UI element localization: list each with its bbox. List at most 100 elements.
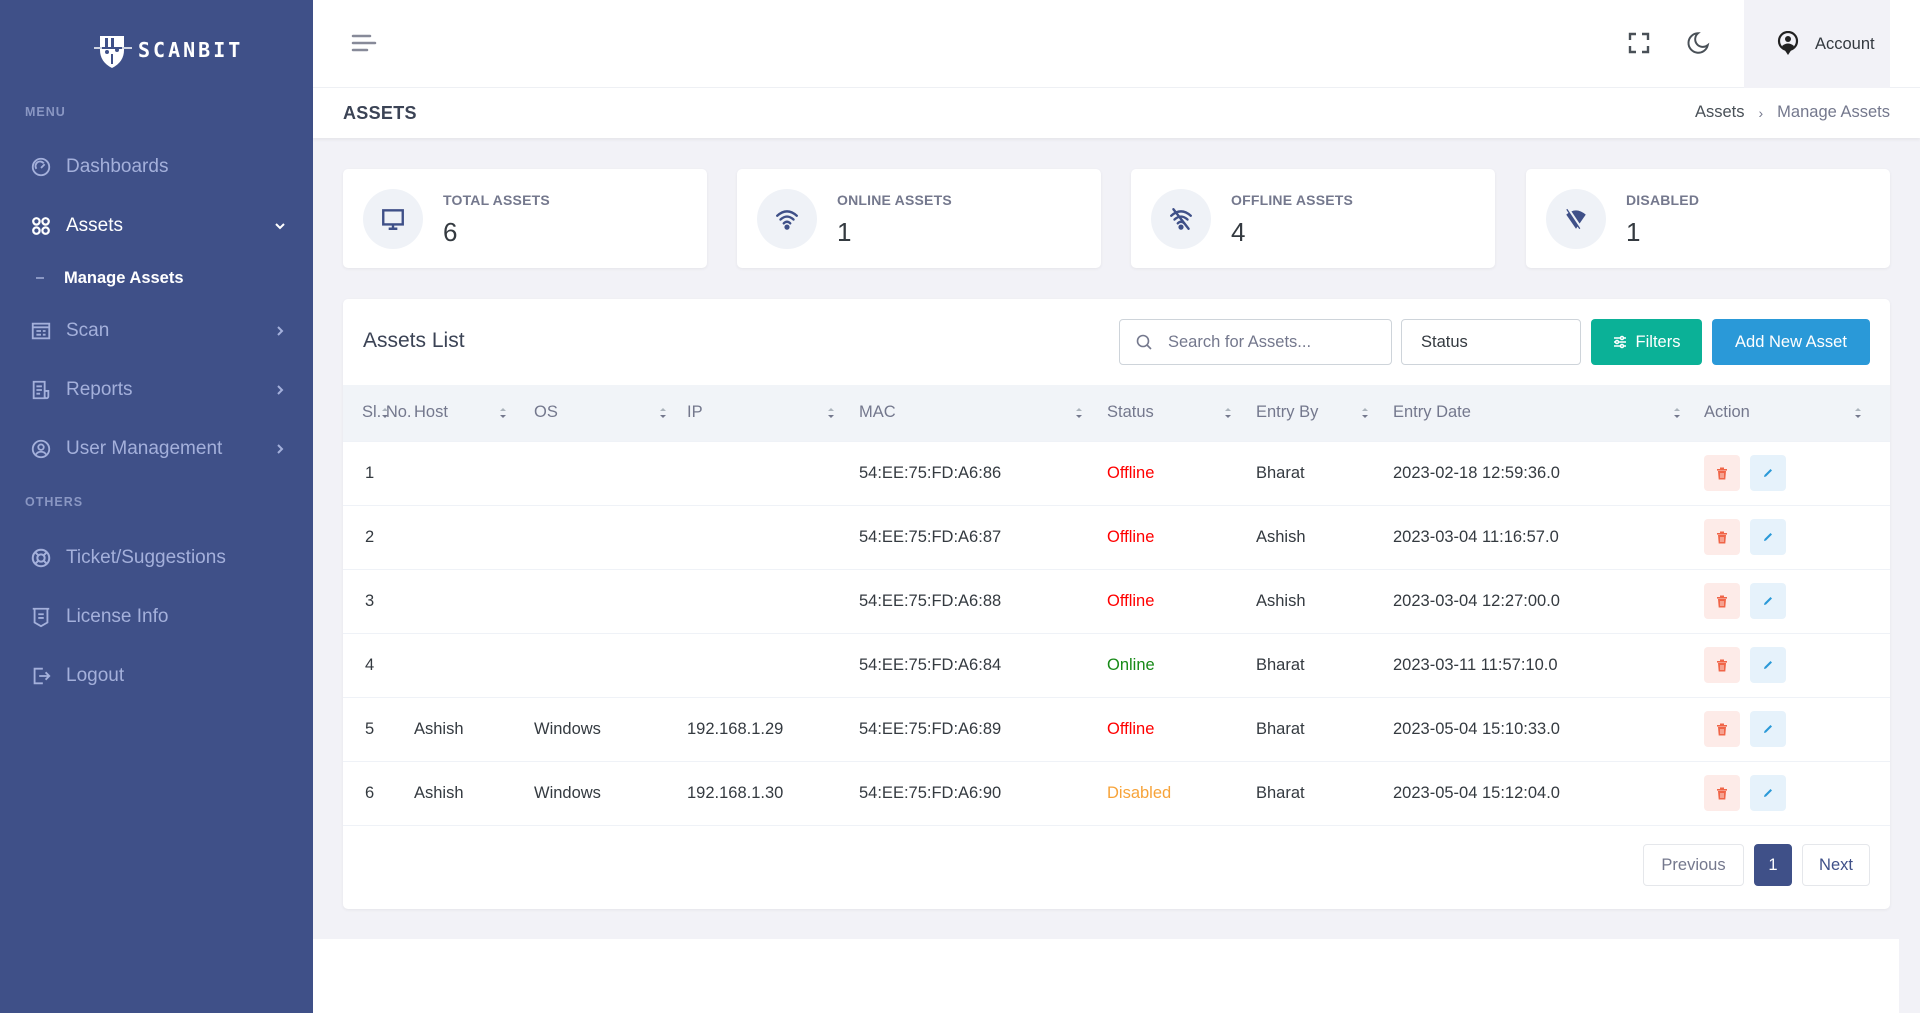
sliders-icon bbox=[1613, 335, 1626, 349]
brand-name: SCANBIT bbox=[138, 38, 244, 62]
ip-address-cell bbox=[687, 569, 859, 633]
host-cell: Ashish bbox=[414, 719, 464, 738]
search-box[interactable] bbox=[1119, 319, 1392, 365]
sidebar-item-assets[interactable]: Assets bbox=[30, 208, 292, 244]
delete-button[interactable] bbox=[1704, 455, 1740, 491]
sidebar-item-label: Assets bbox=[66, 215, 124, 236]
status-select[interactable]: Status bbox=[1401, 319, 1581, 365]
delete-button[interactable] bbox=[1704, 583, 1740, 619]
column-header-label: Action bbox=[1704, 403, 1750, 422]
breadcrumb-link-assets[interactable]: Assets bbox=[1695, 103, 1745, 122]
sidebar-subitem-manage-assets[interactable]: Manage Assets bbox=[36, 265, 184, 291]
host-cell: Ashish bbox=[414, 783, 464, 802]
chevron-right-icon bbox=[277, 385, 284, 395]
search-input[interactable] bbox=[1168, 332, 1368, 352]
serial-number-cell: 6 bbox=[365, 783, 375, 802]
column-header-label: Host bbox=[414, 403, 448, 422]
sidebar-item-license-info[interactable]: License Info bbox=[30, 599, 292, 635]
stat-value: 4 bbox=[1231, 217, 1246, 247]
edit-button[interactable] bbox=[1750, 775, 1786, 811]
trash-icon bbox=[1717, 467, 1727, 479]
top-header: Account bbox=[313, 0, 1920, 88]
entry-date-cell: 2023-03-04 11:16:57.0 bbox=[1393, 527, 1559, 546]
sidebar-item-label: Logout bbox=[66, 665, 125, 686]
column-header[interactable]: Action bbox=[1704, 385, 1890, 441]
delete-button[interactable] bbox=[1704, 711, 1740, 747]
entry-date-cell: 2023-05-04 15:12:04.0 bbox=[1393, 783, 1560, 802]
sort-icon[interactable] bbox=[659, 406, 667, 420]
sidebar-item-logout[interactable]: Logout bbox=[30, 658, 292, 694]
breadcrumb: Assets › Manage Assets bbox=[1695, 103, 1890, 122]
trash-icon bbox=[1717, 531, 1727, 543]
sort-icon[interactable] bbox=[1075, 406, 1083, 420]
edit-button[interactable] bbox=[1750, 519, 1786, 555]
assets-list-title: Assets List bbox=[363, 329, 465, 352]
entry-by-cell: Ashish bbox=[1256, 527, 1306, 546]
column-header[interactable]: Status bbox=[1107, 385, 1256, 441]
assets-table: Sl. No. Host OS IP MAC Status Entry By Entry Da… bbox=[343, 385, 1890, 826]
os-cell bbox=[534, 441, 687, 505]
sidebar-item-ticket-suggestions[interactable]: Ticket/Suggestions bbox=[30, 540, 292, 576]
status-cell: Disabled bbox=[1107, 783, 1172, 802]
ip-address-cell bbox=[687, 505, 859, 569]
sort-icon[interactable] bbox=[1224, 406, 1232, 420]
host-cell bbox=[414, 569, 534, 633]
brand-logo[interactable]: SCANBIT bbox=[92, 30, 243, 70]
menu-toggle-icon[interactable] bbox=[351, 32, 377, 54]
sort-icon[interactable] bbox=[1673, 406, 1681, 420]
fullscreen-button[interactable] bbox=[1624, 28, 1654, 58]
page-footer bbox=[313, 939, 1899, 1013]
column-header[interactable]: Host bbox=[414, 385, 534, 441]
shield-logo-icon bbox=[94, 36, 132, 68]
search-icon bbox=[1136, 334, 1152, 350]
sort-icon[interactable] bbox=[1361, 406, 1369, 420]
column-header[interactable]: Entry Date bbox=[1393, 385, 1704, 441]
apps-icon bbox=[30, 215, 52, 237]
sidebar-item-dashboards[interactable]: Dashboards bbox=[30, 149, 292, 185]
serial-number-cell: 3 bbox=[365, 591, 375, 610]
wifi-off-icon bbox=[1151, 189, 1211, 249]
column-header[interactable]: Sl. No. bbox=[343, 385, 414, 441]
delete-button[interactable] bbox=[1704, 519, 1740, 555]
table-row: 3 54:EE:75:FD:A6:88 Offline Ashish 2023-03-0… bbox=[343, 569, 1890, 633]
previous-page-button[interactable]: Previous bbox=[1643, 844, 1744, 886]
filters-label: Filters bbox=[1635, 332, 1681, 351]
sidebar-item-reports[interactable]: Reports bbox=[30, 372, 292, 408]
stat-card-offline-assets: OFFLINE ASSETS 4 bbox=[1131, 169, 1495, 268]
entry-by-cell: Ashish bbox=[1256, 591, 1306, 610]
monitor-icon bbox=[363, 189, 423, 249]
sort-icon[interactable] bbox=[1854, 406, 1862, 420]
edit-button[interactable] bbox=[1750, 711, 1786, 747]
delete-button[interactable] bbox=[1704, 775, 1740, 811]
filters-button[interactable]: Filters bbox=[1591, 319, 1702, 365]
sort-icon[interactable] bbox=[381, 406, 389, 420]
status-cell: Offline bbox=[1107, 463, 1155, 482]
add-new-asset-button[interactable]: Add New Asset bbox=[1712, 319, 1870, 365]
entry-date-cell: 2023-03-11 11:57:10.0 bbox=[1393, 655, 1558, 674]
column-header[interactable]: Entry By bbox=[1256, 385, 1393, 441]
sidebar-item-user-management[interactable]: User Management bbox=[30, 431, 292, 467]
logout-icon bbox=[30, 665, 52, 687]
edit-button[interactable] bbox=[1750, 455, 1786, 491]
page-1-button[interactable]: 1 bbox=[1754, 844, 1792, 886]
sidebar-item-scan[interactable]: Scan bbox=[30, 313, 292, 349]
dark-mode-button[interactable] bbox=[1683, 28, 1713, 58]
sort-icon[interactable] bbox=[827, 406, 835, 420]
pencil-icon bbox=[1764, 597, 1772, 605]
table-row: 5 Ashish Windows 192.168.1.29 54:EE:75:FD:A6… bbox=[343, 697, 1890, 761]
fullscreen-icon bbox=[1628, 32, 1650, 54]
sidebar-item-label: Scan bbox=[66, 320, 110, 341]
column-header[interactable]: OS bbox=[534, 385, 687, 441]
next-page-button[interactable]: Next bbox=[1802, 844, 1870, 886]
trash-icon bbox=[1717, 595, 1727, 607]
pencil-icon bbox=[1764, 789, 1772, 797]
edit-button[interactable] bbox=[1750, 647, 1786, 683]
delete-button[interactable] bbox=[1704, 647, 1740, 683]
edit-button[interactable] bbox=[1750, 583, 1786, 619]
sort-icon[interactable] bbox=[499, 406, 507, 420]
account-menu[interactable]: Account bbox=[1744, 0, 1890, 88]
sidebar-item-label: Dashboards bbox=[66, 156, 169, 177]
column-header[interactable]: IP bbox=[687, 385, 859, 441]
column-header[interactable]: MAC bbox=[859, 385, 1107, 441]
dash-icon bbox=[36, 277, 44, 279]
